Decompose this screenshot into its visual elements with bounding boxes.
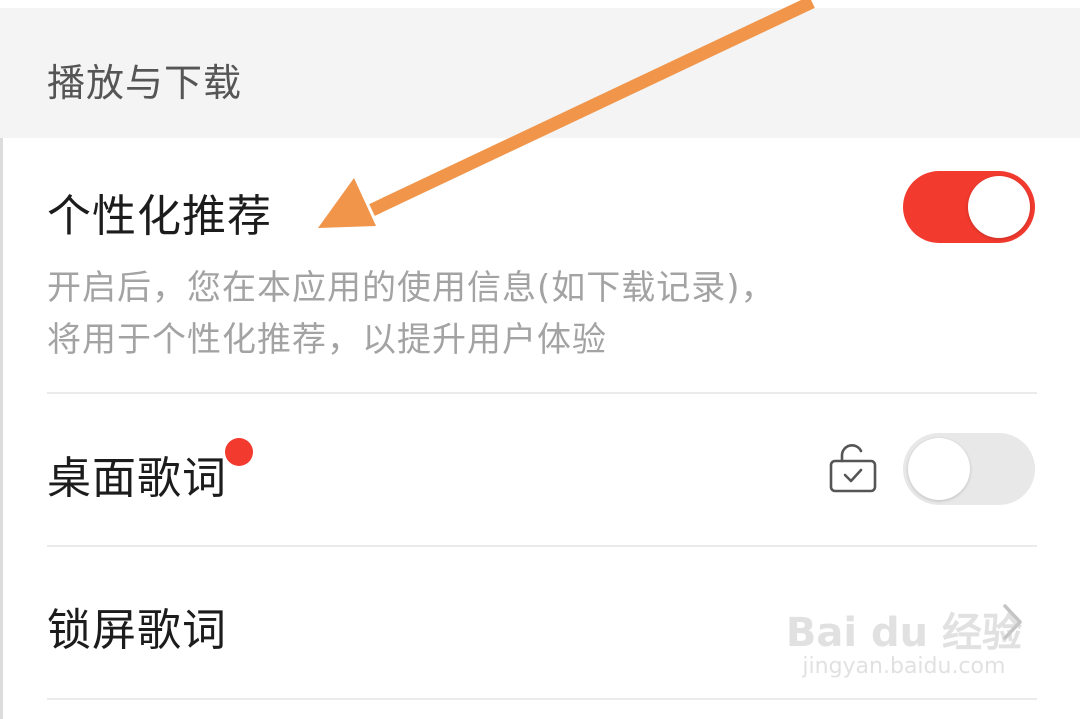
settings-screen: 播放与下载 个性化推荐 开启后，您在本应用的使用信息(如下载记录)， 将用于个性…: [0, 0, 1080, 719]
annotation-arrow: [318, 0, 815, 228]
